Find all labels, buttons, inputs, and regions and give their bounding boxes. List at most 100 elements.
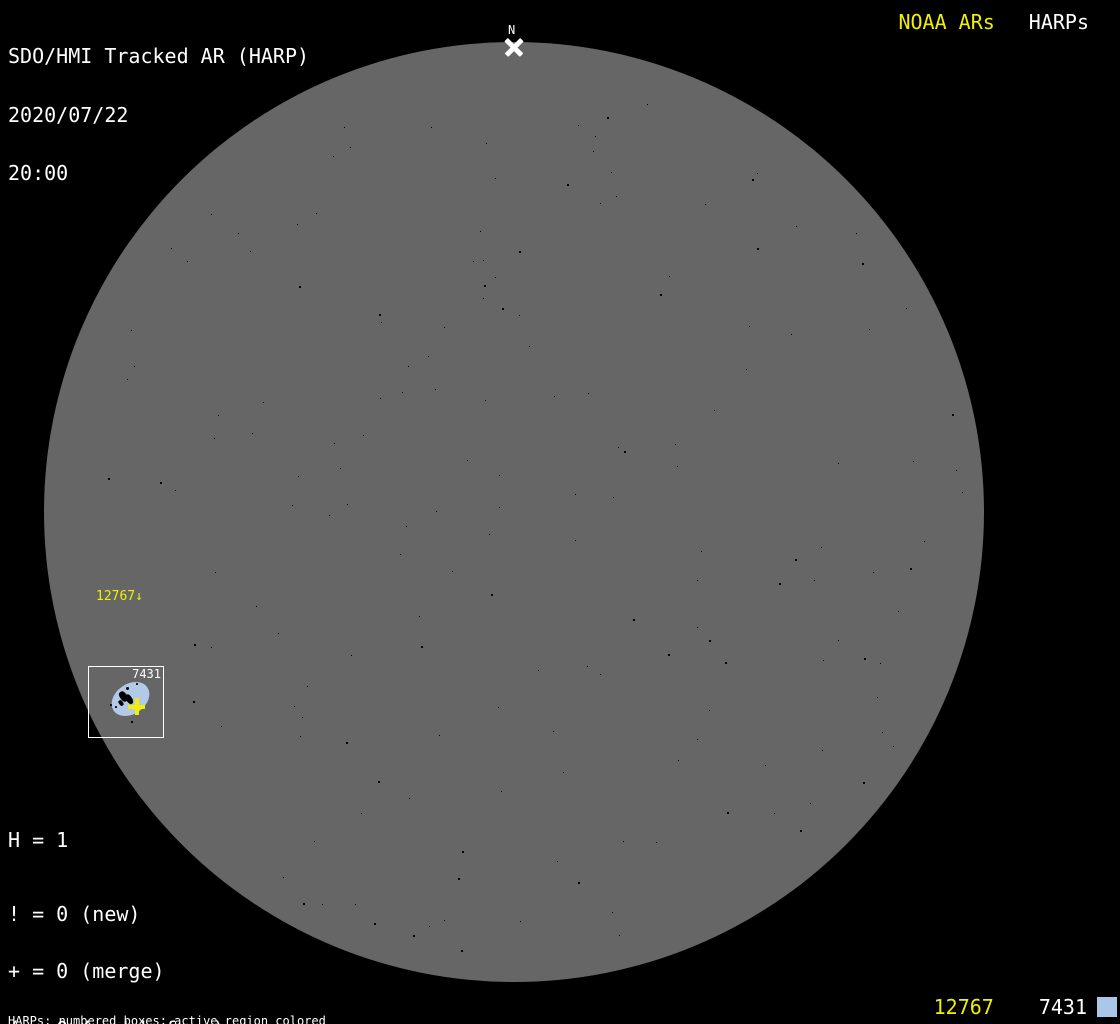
magnetogram-speck	[293, 705, 295, 707]
magnetogram-speck	[462, 850, 464, 853]
noaa-ars-heading: NOAA ARs	[898, 10, 995, 34]
magnetogram-speck	[796, 225, 798, 227]
magnetogram-speck	[538, 670, 540, 671]
magnetogram-speck	[838, 640, 840, 642]
magnetogram-speck	[299, 736, 301, 738]
magnetogram-speck	[483, 260, 485, 261]
magnetogram-speck	[485, 142, 487, 144]
magnetogram-speck	[349, 146, 351, 148]
magnetogram-speck	[892, 745, 894, 747]
footer-region-ids: 12767 7431	[934, 995, 1117, 1019]
magnetogram-speck	[566, 184, 569, 187]
magnetogram-speck	[810, 803, 812, 805]
magnetogram-speck	[407, 366, 409, 368]
magnetogram-speck	[435, 389, 437, 391]
page-title: SDO/HMI Tracked AR (HARP)	[8, 44, 310, 68]
magnetogram-speck	[749, 326, 750, 328]
magnetogram-speck	[343, 126, 345, 128]
magnetogram-speck	[897, 611, 899, 613]
magnetogram-speck	[107, 478, 110, 481]
magnetogram-speck	[350, 655, 352, 657]
magnetogram-speck	[607, 117, 610, 120]
magnetogram-speck	[708, 639, 711, 642]
magnetogram-speck	[791, 334, 792, 336]
magnetogram-speck	[256, 605, 258, 607]
magnetogram-speck	[483, 285, 486, 288]
magnetogram-speck	[214, 438, 216, 439]
magnetogram-speck	[727, 811, 730, 814]
magnetogram-speck	[296, 224, 298, 226]
magnetogram-speck	[873, 571, 874, 573]
magnetogram-speck	[131, 329, 132, 331]
magnetogram-speck	[600, 202, 601, 204]
magnetogram-speck	[502, 308, 505, 310]
magnetogram-speck	[466, 459, 468, 461]
magnetogram-speck	[379, 314, 382, 317]
magnetogram-speck	[373, 922, 376, 925]
magnetogram-speck	[443, 326, 445, 328]
magnetogram-speck	[519, 251, 522, 254]
header-legend: NOAA ARs HARPs	[898, 10, 1089, 34]
magnetogram-speck	[923, 540, 925, 542]
magnetogram-speck	[381, 322, 382, 324]
magnetogram-speck	[262, 402, 264, 404]
magnetogram-speck	[814, 579, 816, 581]
harp-tracking-frame: N SDO/HMI Tracked AR (HARP) 2020/07/22 2…	[0, 0, 1120, 1024]
magnetogram-speck	[420, 645, 423, 648]
magnetogram-speck	[489, 534, 490, 536]
magnetogram-speck	[495, 277, 497, 279]
north-pole-cross-icon	[503, 36, 525, 57]
magnetogram-speck	[297, 476, 299, 478]
magnetogram-speck	[340, 468, 342, 470]
magnetogram-speck	[346, 503, 348, 505]
magnetogram-speck	[194, 643, 197, 646]
magnetogram-speck	[221, 726, 223, 728]
magnetogram-speck	[622, 841, 624, 843]
magnetogram-speck	[402, 392, 404, 394]
legend-line-new: ! = 0 (new)	[8, 901, 141, 926]
magnetogram-speck	[577, 124, 579, 126]
magnetogram-speck	[408, 798, 410, 799]
magnetogram-speck	[713, 410, 715, 412]
magnetogram-speck	[864, 658, 867, 661]
magnetogram-speck	[705, 203, 706, 205]
magnetogram-speck	[876, 696, 878, 698]
magnetogram-speck	[745, 369, 747, 370]
magnetogram-speck	[363, 434, 365, 436]
magnetogram-speck	[588, 392, 590, 394]
magnetogram-speck	[708, 710, 710, 711]
magnetogram-speck	[332, 156, 334, 158]
magnetogram-speck	[879, 663, 881, 665]
magnetogram-speck	[553, 731, 555, 733]
caption-block: HARPs: numbered boxes; active region col…	[8, 990, 427, 1024]
magnetogram-speck	[632, 619, 635, 622]
magnetogram-speck	[528, 345, 530, 347]
magnetogram-speck	[674, 444, 676, 445]
magnetogram-speck	[696, 739, 698, 741]
harps-heading: HARPs	[1028, 10, 1089, 34]
magnetogram-speck	[171, 247, 172, 249]
magnetogram-speck	[881, 731, 883, 733]
footer-noaa-number: 12767	[933, 995, 994, 1019]
magnetogram-speck	[485, 399, 487, 401]
magnetogram-speck	[905, 307, 907, 309]
magnetogram-speck	[218, 415, 220, 417]
magnetogram-speck	[175, 490, 177, 492]
magnetogram-speck	[472, 261, 474, 263]
magnetogram-speck	[586, 666, 588, 667]
harp-box-label: 7431	[132, 667, 161, 681]
magnetogram-speck	[159, 481, 162, 484]
magnetogram-speck	[800, 829, 802, 832]
magnetogram-speck	[677, 760, 679, 762]
magnetogram-speck	[838, 463, 839, 464]
magnetogram-speck	[301, 716, 303, 718]
magnetogram-speck	[624, 451, 626, 454]
magnetogram-speck	[329, 514, 331, 516]
magnetogram-speck	[757, 248, 760, 250]
magnetogram-speck	[400, 554, 401, 556]
magnetogram-speck	[277, 632, 279, 634]
magnetogram-speck	[725, 661, 727, 664]
magnetogram-speck	[795, 559, 798, 561]
magnetogram-speck	[443, 919, 445, 921]
magnetogram-speck	[379, 397, 381, 399]
